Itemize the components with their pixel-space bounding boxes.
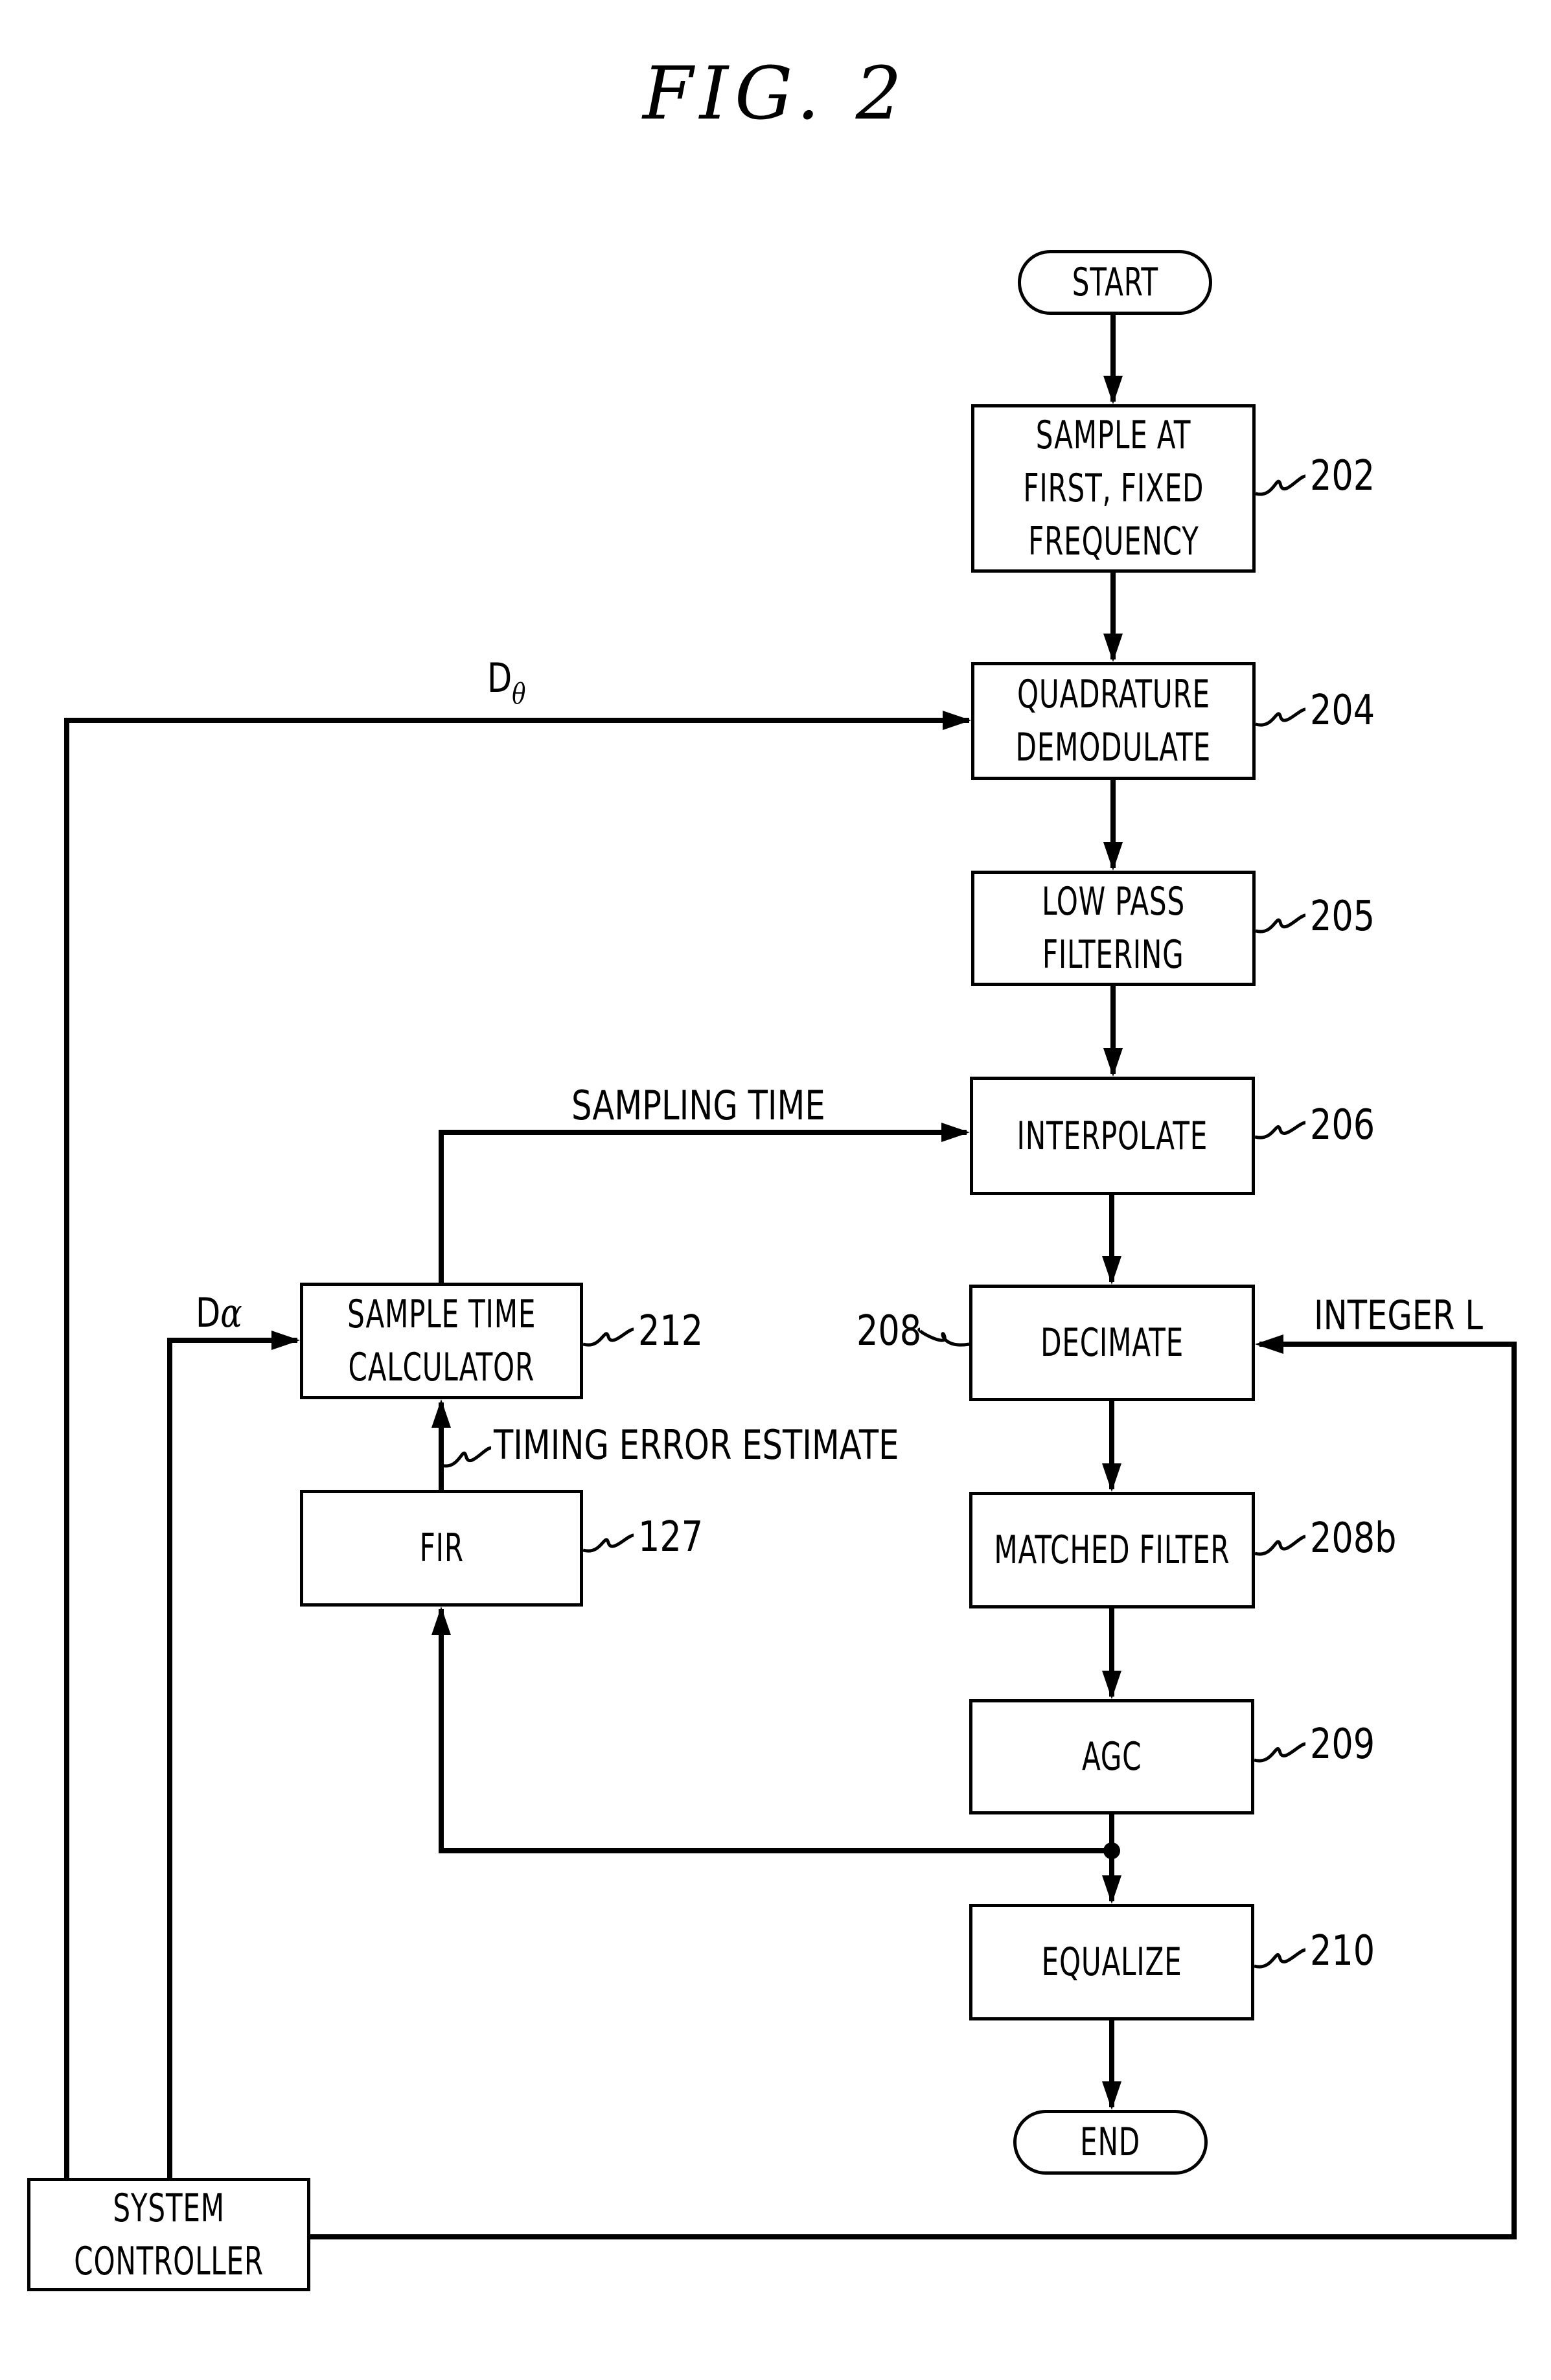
label-d-theta-main: D <box>487 654 512 702</box>
node-text-line: CONTROLLER <box>74 2238 264 2284</box>
arrowhead-down <box>1102 1463 1121 1492</box>
node-text-line: CALCULATOR <box>348 1345 535 1390</box>
leader-timing-error <box>441 1446 492 1468</box>
arrowhead-down <box>1102 1256 1121 1285</box>
label-sampling-time: SAMPLING TIME <box>571 1082 825 1129</box>
arrowhead-down <box>1103 376 1123 404</box>
label-d-theta-sub: θ <box>512 678 526 711</box>
label-d-alpha: Dα <box>196 1289 242 1336</box>
figure-title: FIG. 2 <box>643 52 908 136</box>
arrowhead-dalpha <box>271 1331 300 1350</box>
step-204-quadrature-demodulate: QUADRATURE DEMODULATE <box>971 662 1256 780</box>
arrowhead-down <box>1103 1048 1123 1077</box>
label-d-alpha-main: D <box>196 1289 221 1336</box>
node-text-line: DEMODULATE <box>1015 725 1212 770</box>
ref-127: 127 <box>638 1513 704 1561</box>
node-text-line: FIRST, FIXED <box>1023 466 1204 511</box>
label-integer-l: INTEGER L <box>1314 1292 1484 1339</box>
node-text-line: SYSTEM <box>113 2185 225 2231</box>
leader-209 <box>1254 1742 1306 1763</box>
ref-212: 212 <box>638 1307 704 1355</box>
end-terminal: END <box>1013 2110 1208 2175</box>
arrowhead-down <box>1103 842 1123 871</box>
line-integer-l <box>310 1342 1517 2239</box>
step-208b-matched-filter: MATCHED FILTER <box>969 1492 1255 1608</box>
step-205-low-pass-filtering: LOW PASS FILTERING <box>971 871 1256 986</box>
ref-209: 209 <box>1310 1721 1375 1768</box>
ref-204: 204 <box>1310 687 1375 735</box>
label-d-theta: Dθ <box>487 654 525 711</box>
node-text-line: EQUALIZE <box>1041 1939 1182 1985</box>
node-text-line: FREQUENCY <box>1028 519 1199 564</box>
step-127-fir: FIR <box>300 1490 583 1607</box>
node-text-line: START <box>1072 260 1158 305</box>
node-text-line: QUADRATURE <box>1017 672 1210 717</box>
node-text-line: DECIMATE <box>1040 1320 1184 1366</box>
arrowhead-down <box>1103 634 1123 662</box>
ref-210: 210 <box>1310 1927 1375 1975</box>
label-timing-error-estimate: TIMING ERROR ESTIMATE <box>494 1421 899 1469</box>
step-208-decimate: DECIMATE <box>969 1285 1255 1401</box>
arrowhead-down <box>1102 1671 1121 1699</box>
node-text-line: END <box>1080 2120 1141 2165</box>
ref-208: 208 <box>856 1307 922 1355</box>
ref-202: 202 <box>1310 452 1375 500</box>
step-212-sample-time-calculator: SAMPLE TIME CALCULATOR <box>300 1283 583 1399</box>
step-206-interpolate: INTERPOLATE <box>970 1077 1255 1195</box>
arrowhead-dtheta <box>943 711 971 730</box>
leader-204 <box>1255 707 1306 727</box>
start-terminal: START <box>1018 250 1212 315</box>
leader-208 <box>917 1327 970 1347</box>
arrowhead-down <box>1102 1875 1121 1904</box>
step-209-agc: AGC <box>969 1699 1254 1814</box>
node-text-line: SAMPLE TIME <box>347 1292 536 1337</box>
line-sampling-time <box>439 1130 967 1283</box>
ref-205: 205 <box>1310 893 1375 941</box>
system-controller: SYSTEM CONTROLLER <box>27 2178 310 2291</box>
node-text-line: FIR <box>419 1526 464 1571</box>
node-text-line: MATCHED FILTER <box>994 1528 1230 1573</box>
node-text-line: SAMPLE AT <box>1035 413 1191 458</box>
line-dalpha <box>167 1338 297 2178</box>
leader-210 <box>1254 1948 1306 1969</box>
arrowhead-to-fir <box>431 1607 451 1635</box>
leader-206 <box>1254 1121 1306 1139</box>
node-text-line: FILTERING <box>1042 932 1184 978</box>
node-text-line: LOW PASS <box>1042 879 1185 924</box>
node-text-line: INTERPOLATE <box>1017 1113 1208 1159</box>
step-202-sample: SAMPLE AT FIRST, FIXED FREQUENCY <box>971 404 1256 573</box>
leader-202 <box>1255 474 1306 496</box>
junction-dot <box>1103 1842 1120 1859</box>
flowchart-connectors <box>64 315 1517 2239</box>
leader-205 <box>1255 913 1306 933</box>
label-d-alpha-greek: α <box>220 1289 242 1336</box>
leader-127 <box>582 1533 634 1553</box>
node-text-line: AGC <box>1081 1734 1142 1779</box>
arrowhead-timing-error <box>431 1399 451 1428</box>
ref-208b: 208b <box>1310 1515 1397 1562</box>
leader-212 <box>582 1327 634 1347</box>
leader-208b <box>1254 1535 1306 1556</box>
step-210-equalize: EQUALIZE <box>969 1904 1254 2020</box>
arrowhead-integer-l <box>1255 1334 1283 1354</box>
arrowhead-down <box>1102 2081 1121 2110</box>
ref-206: 206 <box>1310 1101 1375 1149</box>
arrowhead-sampling-time <box>941 1123 970 1142</box>
